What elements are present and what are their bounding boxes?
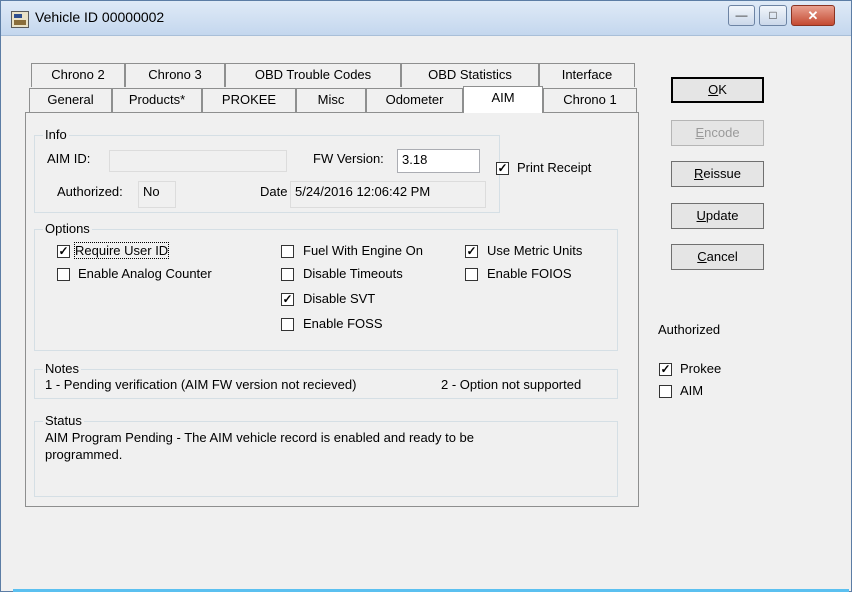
print-receipt-label: Print Receipt (517, 160, 592, 175)
ok-accel: O (708, 82, 719, 97)
aim-tab-panel: Info AIM ID: FW Version: 3.18 Authorized… (25, 112, 639, 507)
tab-chrono-1[interactable]: Chrono 1 (543, 88, 637, 112)
fuel-with-engine-on-label: Fuel With Engine On (303, 243, 423, 258)
tab-aim[interactable]: AIM (463, 86, 543, 113)
window-title: Vehicle ID 00000002 (35, 9, 165, 25)
fw-version-label: FW Version: (313, 151, 384, 166)
status-text-line-1: AIM Program Pending - The AIM vehicle re… (45, 430, 474, 445)
tab-chrono-3[interactable]: Chrono 3 (125, 63, 225, 87)
enable-analog-counter-label: Enable Analog Counter (78, 266, 212, 281)
date-label: Date (260, 184, 288, 199)
use-metric-units-checkbox[interactable]: ✓ (465, 244, 478, 258)
enable-analog-counter-checkbox[interactable] (57, 268, 70, 281)
tab-obd-statistics[interactable]: OBD Statistics (401, 63, 539, 87)
checkmark-icon: ✓ (58, 244, 69, 258)
authorized-label: Authorized: (57, 184, 123, 199)
tab-interface[interactable]: Interface (539, 63, 635, 87)
aim-authorized-label: AIM (680, 383, 704, 398)
ok-button[interactable]: OK (671, 77, 764, 103)
update-accel: U (696, 208, 706, 223)
info-group-label: Info (43, 127, 69, 142)
fw-version-field[interactable]: 3.18 (397, 149, 480, 173)
prokee-label: Prokee (680, 361, 722, 376)
notes-group-label: Notes (43, 361, 81, 376)
aim-id-field[interactable] (109, 150, 287, 172)
reissue-label-rest: eissue (703, 166, 741, 181)
fuel-with-engine-on-checkbox[interactable] (281, 245, 294, 258)
checkmark-icon: ✓ (466, 244, 477, 258)
require-user-id-checkbox[interactable]: ✓ (57, 244, 70, 258)
update-label-rest: pdate (705, 208, 739, 223)
checkmark-icon: ✓ (497, 161, 508, 175)
minimize-icon: — (735, 8, 748, 22)
note-2-text: 2 - Option not supported (441, 377, 582, 392)
close-button[interactable]: ✕ (791, 5, 835, 26)
tab-prokee[interactable]: PROKEE (202, 88, 296, 112)
vehicle-dialog-window: Vehicle ID 00000002 — □ ✕ Chrono 2 Chron… (0, 0, 852, 592)
info-group: Info AIM ID: FW Version: 3.18 Authorized… (34, 127, 500, 213)
update-button[interactable]: Update (671, 203, 764, 229)
encode-accel: E (695, 125, 705, 140)
tab-misc[interactable]: Misc (296, 88, 366, 112)
cancel-button[interactable]: Cancel (671, 244, 764, 270)
enable-foios-label: Enable FOIOS (487, 266, 572, 281)
maximize-icon: □ (769, 8, 777, 22)
aim-authorized-checkbox[interactable] (659, 385, 672, 398)
tab-obd-trouble-codes[interactable]: OBD Trouble Codes (225, 63, 401, 87)
reissue-accel: R (694, 166, 704, 181)
encode-button[interactable]: Encode (671, 120, 764, 146)
tab-general[interactable]: General (29, 88, 112, 112)
prokee-checkbox[interactable]: ✓ (659, 362, 672, 376)
disable-svt-label: Disable SVT (303, 291, 376, 306)
enable-foios-checkbox[interactable] (465, 268, 478, 281)
disable-svt-checkbox[interactable]: ✓ (281, 292, 294, 306)
title-bar: Vehicle ID 00000002 — □ ✕ (1, 1, 851, 36)
options-group: Options ✓ Require User ID Enable Analog … (34, 221, 618, 351)
authorized-heading: Authorized (658, 322, 721, 337)
use-metric-units-label: Use Metric Units (487, 243, 583, 258)
print-receipt-checkbox[interactable]: ✓ (496, 161, 509, 175)
aim-id-label: AIM ID: (47, 151, 91, 166)
tab-products[interactable]: Products* (112, 88, 202, 112)
status-group: Status AIM Program Pending - The AIM veh… (34, 413, 618, 497)
date-field[interactable]: 5/24/2016 12:06:42 PM (290, 181, 486, 208)
ok-label-rest: K (718, 82, 727, 97)
minimize-button[interactable]: — (728, 5, 755, 26)
checkmark-icon: ✓ (282, 292, 293, 306)
cancel-accel: C (697, 249, 707, 264)
checkmark-icon: ✓ (660, 362, 671, 376)
maximize-button[interactable]: □ (759, 5, 787, 26)
tab-chrono-2[interactable]: Chrono 2 (31, 63, 125, 87)
notes-group: Notes 1 - Pending verification (AIM FW v… (34, 361, 618, 399)
enable-foss-checkbox[interactable] (281, 318, 294, 331)
close-icon: ✕ (807, 8, 819, 23)
disable-timeouts-label: Disable Timeouts (303, 266, 403, 281)
disable-timeouts-checkbox[interactable] (281, 268, 294, 281)
status-group-label: Status (43, 413, 84, 428)
tab-odometer[interactable]: Odometer (366, 88, 463, 112)
vehicle-app-icon[interactable] (11, 11, 29, 28)
note-1-text: 1 - Pending verification (AIM FW version… (45, 377, 357, 392)
authorized-field[interactable]: No (138, 181, 176, 208)
cancel-label-rest: ancel (706, 249, 738, 264)
require-user-id-label: Require User ID (73, 242, 170, 259)
encode-label-rest: ncode (704, 125, 740, 140)
options-group-label: Options (43, 221, 92, 236)
status-text-line-2: programmed. (45, 447, 123, 462)
enable-foss-label: Enable FOSS (303, 316, 383, 331)
reissue-button[interactable]: Reissue (671, 161, 764, 187)
